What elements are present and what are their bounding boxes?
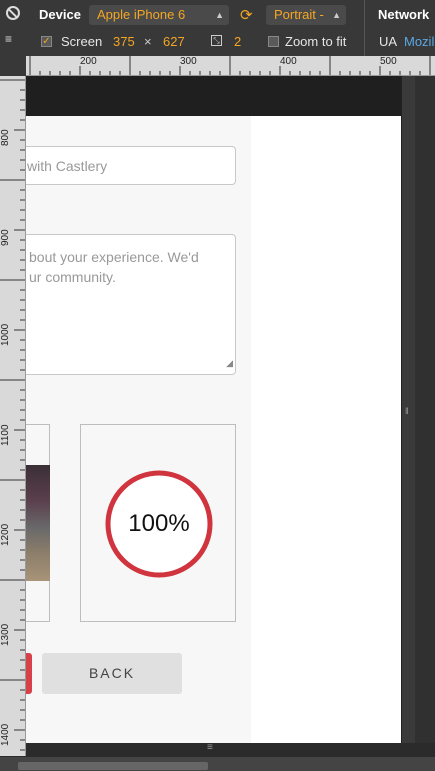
photo-card[interactable] bbox=[26, 424, 50, 622]
screen-label: Screen bbox=[61, 34, 103, 49]
times-sign: × bbox=[144, 34, 152, 49]
ruler-label: 500 bbox=[380, 56, 397, 67]
ua-value[interactable]: Mozil bbox=[404, 34, 434, 49]
resize-handle-icon[interactable]: ◢ bbox=[226, 353, 233, 373]
device-toolbar: Device Apple iPhone 6 ▲ ⟳ Portrait - ▲ N… bbox=[0, 0, 435, 56]
back-button[interactable]: BACK bbox=[42, 653, 182, 694]
zoom-checkbox[interactable] bbox=[268, 36, 279, 47]
no-entry-icon[interactable] bbox=[6, 6, 20, 20]
product-photo bbox=[26, 465, 50, 581]
network-label[interactable]: Network bbox=[378, 7, 429, 22]
ruler-label: 400 bbox=[280, 56, 297, 67]
ruler-label: 900 bbox=[0, 229, 11, 246]
orientation-select[interactable]: Portrait - ▲ bbox=[266, 5, 346, 25]
pixel-ratio-value[interactable]: 2 bbox=[234, 34, 241, 49]
name-input-value: with Castlery bbox=[27, 158, 108, 174]
screen-width-value[interactable]: 375 bbox=[113, 34, 135, 49]
submit-button[interactable] bbox=[26, 653, 32, 694]
resize-icon: ⤡ bbox=[211, 35, 222, 46]
review-textarea[interactable]: bout your experience. We'd ur community.… bbox=[26, 234, 236, 375]
horizontal-ruler: 200 300 400 500 bbox=[26, 56, 435, 76]
grip-icon: ≡ bbox=[207, 742, 213, 753]
orientation-select-value: Portrait - bbox=[274, 7, 324, 22]
ruler-label: 200 bbox=[80, 56, 97, 67]
select-arrows-icon: ▲ bbox=[215, 10, 224, 20]
ruler-label: 1400 bbox=[0, 723, 11, 746]
ruler-label: 1300 bbox=[0, 623, 11, 646]
zoom-to-fit-label: Zoom to fit bbox=[285, 34, 347, 49]
ruler-label: 1200 bbox=[0, 523, 11, 546]
ruler-label: 1100 bbox=[0, 424, 11, 446]
upload-progress-card: 100% bbox=[80, 424, 236, 622]
name-input[interactable]: with Castlery bbox=[26, 146, 236, 185]
device-select-value: Apple iPhone 6 bbox=[97, 7, 186, 22]
screen-checkbox[interactable]: ✓ bbox=[41, 36, 52, 47]
status-bar bbox=[0, 757, 435, 771]
device-select[interactable]: Apple iPhone 6 ▲ bbox=[89, 5, 229, 25]
divider bbox=[364, 28, 365, 56]
ruler-corner bbox=[0, 56, 26, 76]
ruler-label: 1000 bbox=[0, 323, 11, 346]
page-header-bar bbox=[26, 76, 401, 116]
screen-height-value[interactable]: 627 bbox=[163, 34, 185, 49]
scrollbar-thumb[interactable] bbox=[18, 762, 208, 770]
vertical-ruler-ticks bbox=[0, 79, 25, 751]
rotate-icon[interactable]: ⟳ bbox=[240, 6, 253, 24]
select-arrows-icon: ▲ bbox=[332, 10, 341, 20]
vertical-ruler: 800 900 1000 1100 1200 1300 1400 bbox=[0, 76, 26, 756]
menu-icon[interactable]: ≡ bbox=[5, 33, 12, 45]
ua-label: UA bbox=[379, 34, 398, 49]
device-label: Device bbox=[39, 7, 81, 22]
grip-icon: ‖ bbox=[405, 406, 409, 416]
emulated-viewport: with Castlery bout your experience. We'd… bbox=[26, 76, 401, 743]
ruler-label: 300 bbox=[180, 56, 197, 67]
ruler-label: 800 bbox=[0, 129, 11, 146]
review-form: with Castlery bout your experience. We'd… bbox=[26, 116, 251, 743]
review-text-line: bout your experience. We'd bbox=[29, 249, 199, 265]
vertical-resize-handle[interactable]: ≡ bbox=[26, 742, 401, 757]
divider bbox=[364, 0, 365, 28]
horizontal-resize-handle[interactable]: ‖ bbox=[401, 76, 415, 743]
progress-percent-label: 100% bbox=[128, 510, 190, 537]
review-text-line: ur community. bbox=[29, 269, 116, 285]
